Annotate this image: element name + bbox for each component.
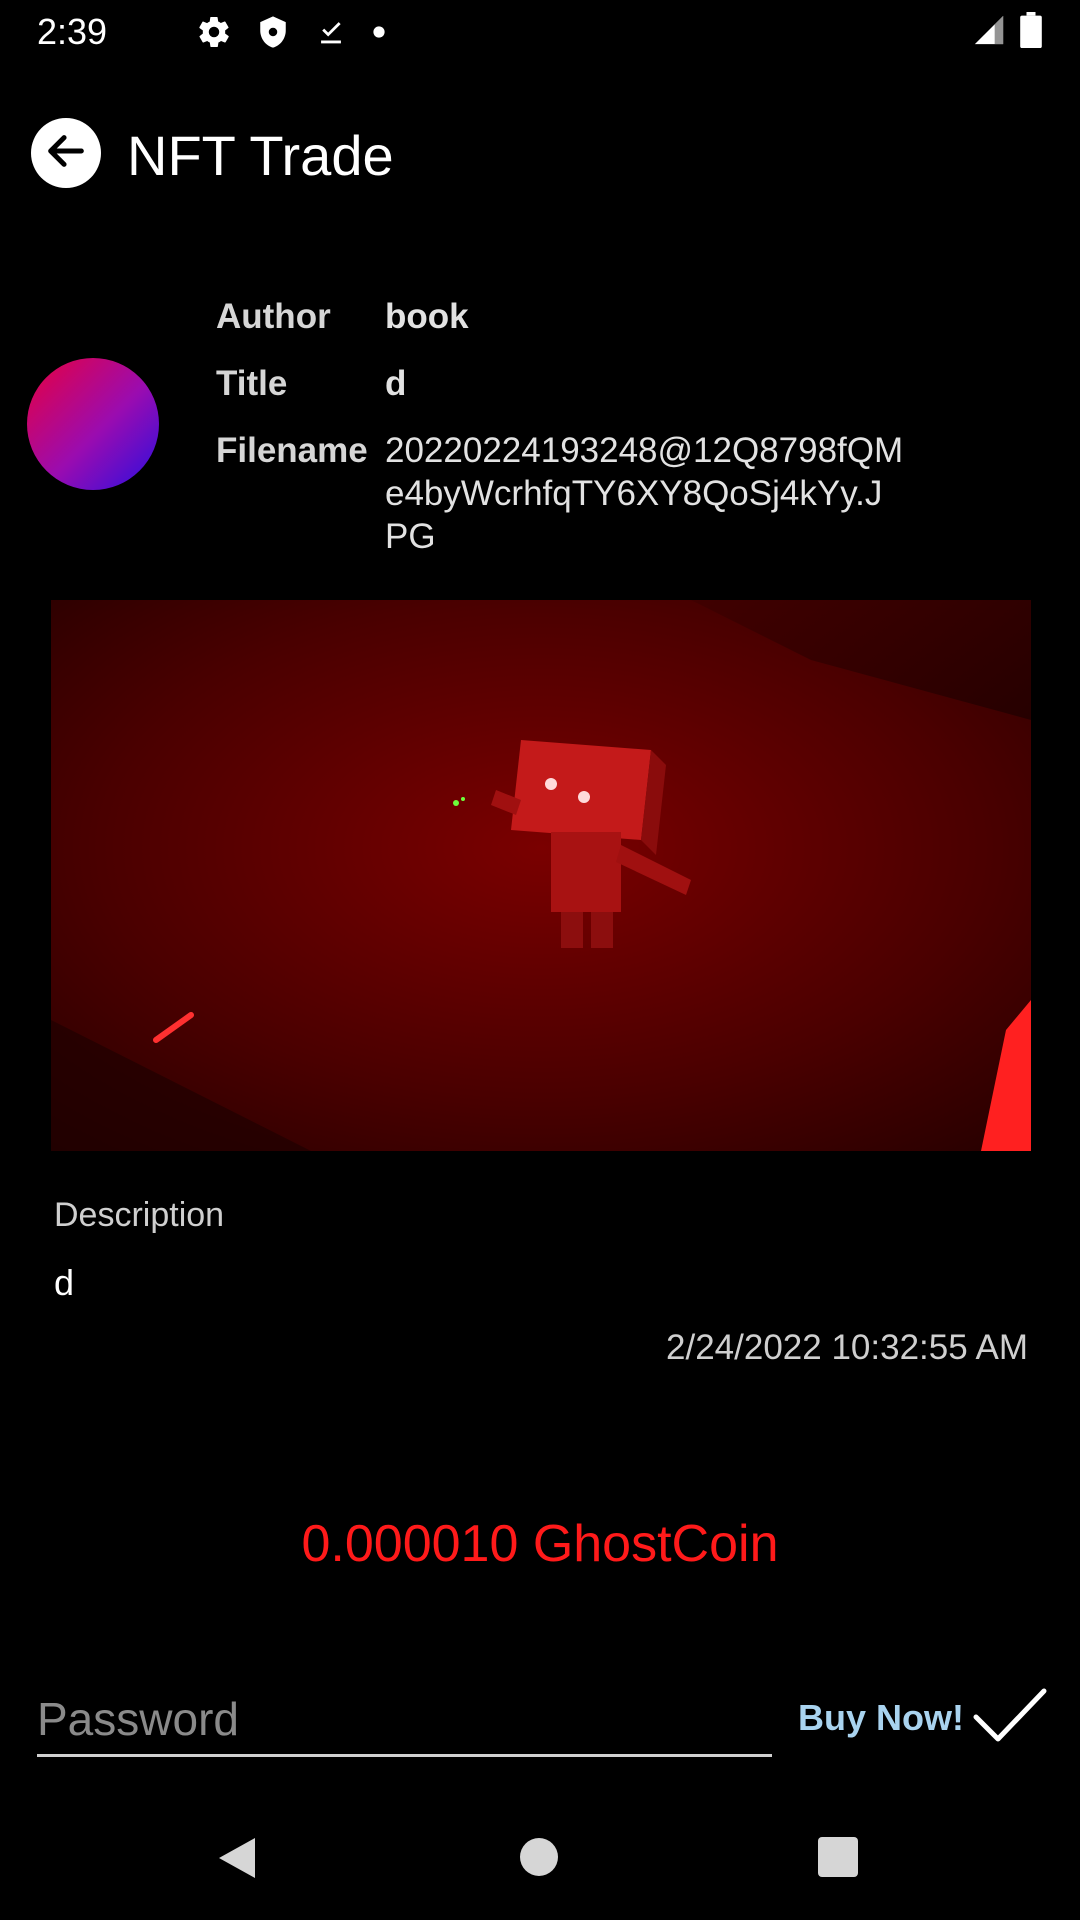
checkmark-icon[interactable] bbox=[970, 1685, 1050, 1750]
price-label: 0.000010 GhostCoin bbox=[301, 1515, 779, 1573]
filename-label: Filename bbox=[216, 431, 368, 470]
page-title: NFT Trade bbox=[127, 124, 394, 187]
nav-home-button[interactable] bbox=[520, 1838, 558, 1876]
author-label: Author bbox=[216, 297, 331, 336]
nav-recents-button[interactable] bbox=[818, 1837, 858, 1877]
status-right bbox=[972, 12, 1042, 53]
status-time: 2:39 bbox=[37, 11, 108, 52]
buy-now-button[interactable]: Buy Now! bbox=[798, 1697, 964, 1739]
dot-icon bbox=[372, 25, 386, 39]
title-label: Title bbox=[216, 364, 288, 403]
download-done-icon bbox=[314, 14, 348, 50]
nft-image bbox=[51, 600, 1031, 1151]
nav-back-button[interactable] bbox=[215, 1834, 259, 1887]
filename-value: 20220224193248@12Q8798fQMe4byWcrhfqTY6XY… bbox=[385, 431, 904, 556]
shield-icon bbox=[256, 14, 290, 50]
description-label: Description bbox=[54, 1196, 225, 1234]
description-value: d bbox=[54, 1262, 75, 1303]
author-avatar bbox=[27, 358, 159, 490]
timestamp: 2/24/2022 10:32:55 AM bbox=[666, 1328, 1028, 1367]
title-value: d bbox=[385, 364, 407, 403]
back-button[interactable] bbox=[31, 118, 101, 188]
signal-icon bbox=[972, 13, 1006, 52]
status-icons bbox=[196, 10, 386, 54]
author-value: book bbox=[385, 297, 469, 336]
battery-icon bbox=[1020, 12, 1042, 53]
gear-icon bbox=[196, 14, 232, 50]
arrow-left-icon bbox=[43, 128, 89, 179]
password-input[interactable] bbox=[37, 1684, 772, 1757]
